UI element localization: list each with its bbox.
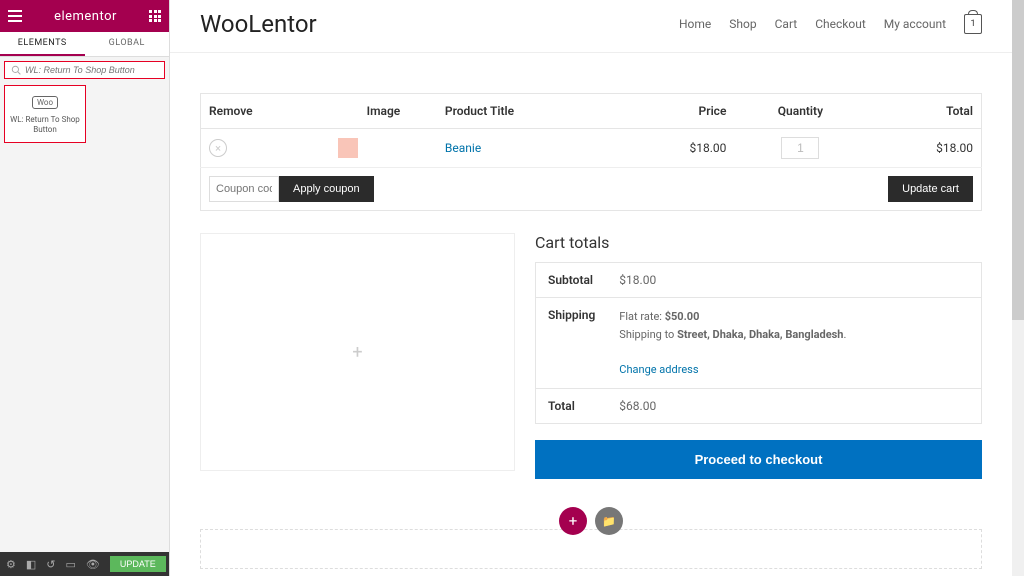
empty-widget-dropzone[interactable]: + bbox=[200, 233, 515, 471]
tab-global[interactable]: GLOBAL bbox=[85, 32, 170, 56]
col-total: Total bbox=[866, 94, 981, 129]
responsive-icon[interactable]: ▭ bbox=[66, 558, 76, 571]
canvas: WooLentor Home Shop Cart Checkout My acc… bbox=[170, 0, 1012, 576]
sidebar-footer: ⚙ ◧ ↺ ▭ 👁 UPDATE ▴ bbox=[0, 552, 169, 576]
cart-totals-title: Cart totals bbox=[535, 233, 982, 252]
nav-home[interactable]: Home bbox=[679, 17, 711, 31]
navigator-icon[interactable]: ◧ bbox=[26, 558, 36, 571]
nav-cart[interactable]: Cart bbox=[775, 17, 798, 31]
cart-actions: Apply coupon Update cart bbox=[200, 168, 982, 211]
history-icon[interactable]: ↺ bbox=[46, 558, 55, 571]
total-value: $68.00 bbox=[607, 389, 981, 424]
coupon-input[interactable] bbox=[209, 176, 279, 202]
subtotal-label: Subtotal bbox=[536, 263, 608, 298]
shopping-bag-icon[interactable]: 1 bbox=[964, 14, 982, 34]
widget-return-to-shop[interactable]: Woo WL: Return To Shop Button bbox=[4, 85, 86, 143]
cart-totals-table: Subtotal $18.00 Shipping Flat rate: $50.… bbox=[535, 262, 982, 424]
site-header: WooLentor Home Shop Cart Checkout My acc… bbox=[170, 0, 1012, 53]
plus-icon: + bbox=[352, 342, 362, 363]
change-address-link[interactable]: Change address bbox=[619, 363, 698, 376]
site-nav: Home Shop Cart Checkout My account bbox=[679, 17, 946, 31]
col-title: Product Title bbox=[437, 94, 621, 129]
shipping-details: Flat rate: $50.00 Shipping to Street, Dh… bbox=[607, 298, 981, 389]
product-thumbnail bbox=[338, 138, 358, 158]
elementor-sidebar: elementor ELEMENTS GLOBAL Woo WL: Return… bbox=[0, 0, 170, 576]
col-remove: Remove bbox=[201, 94, 331, 129]
tab-elements[interactable]: ELEMENTS bbox=[0, 32, 85, 56]
update-cart-button[interactable]: Update cart bbox=[888, 176, 973, 202]
col-image: Image bbox=[330, 94, 437, 129]
sidebar-title: elementor bbox=[54, 9, 117, 24]
nav-checkout[interactable]: Checkout bbox=[815, 17, 866, 31]
apply-coupon-button[interactable]: Apply coupon bbox=[279, 176, 374, 202]
widget-label: WL: Return To Shop Button bbox=[7, 115, 83, 134]
apps-grid-icon[interactable] bbox=[149, 10, 161, 22]
product-price: $18.00 bbox=[620, 129, 734, 168]
add-section-icon[interactable]: + bbox=[559, 507, 587, 535]
quantity-input[interactable] bbox=[781, 137, 819, 159]
product-title-link[interactable]: Beanie bbox=[445, 141, 481, 155]
vertical-scrollbar[interactable] bbox=[1012, 0, 1024, 576]
sidebar-header: elementor bbox=[0, 0, 169, 32]
preview-eye-icon[interactable]: 👁 bbox=[86, 558, 100, 571]
update-button[interactable]: UPDATE bbox=[110, 556, 166, 572]
proceed-checkout-button[interactable]: Proceed to checkout bbox=[535, 440, 982, 479]
hamburger-icon[interactable] bbox=[8, 10, 22, 22]
cart-table: Remove Image Product Title Price Quantit… bbox=[200, 93, 982, 168]
nav-account[interactable]: My account bbox=[884, 17, 946, 31]
widget-search-box bbox=[4, 61, 165, 79]
subtotal-value: $18.00 bbox=[607, 263, 981, 298]
remove-item-icon[interactable]: × bbox=[209, 139, 227, 157]
add-section-dropzone[interactable]: + 📁 bbox=[200, 529, 982, 569]
col-price: Price bbox=[620, 94, 734, 129]
line-total: $18.00 bbox=[866, 129, 981, 168]
template-library-icon[interactable]: 📁 bbox=[595, 507, 623, 535]
cart-row: × Beanie $18.00 $18.00 bbox=[201, 129, 982, 168]
site-title: WooLentor bbox=[200, 10, 317, 38]
total-label: Total bbox=[536, 389, 608, 424]
nav-shop[interactable]: Shop bbox=[729, 17, 756, 31]
woo-badge-icon: Woo bbox=[32, 96, 58, 109]
shipping-label: Shipping bbox=[536, 298, 608, 389]
settings-gear-icon[interactable]: ⚙ bbox=[6, 558, 16, 571]
widget-search-input[interactable] bbox=[25, 65, 158, 75]
col-qty: Quantity bbox=[734, 94, 866, 129]
sidebar-tabs: ELEMENTS GLOBAL bbox=[0, 32, 169, 57]
search-icon bbox=[11, 65, 21, 75]
scrollbar-thumb[interactable] bbox=[1012, 0, 1024, 320]
